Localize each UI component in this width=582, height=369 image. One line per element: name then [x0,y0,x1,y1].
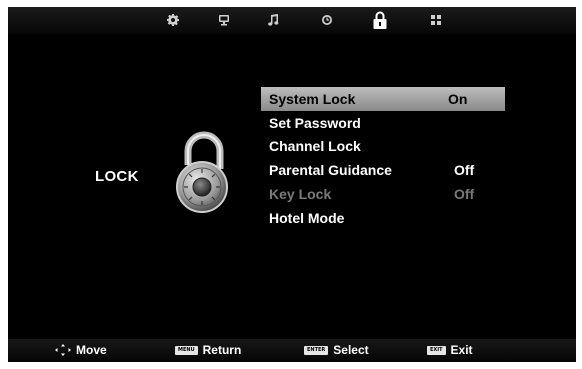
tab-setup[interactable] [421,8,451,32]
monitor-icon [219,14,229,25]
menu-item-key-lock: Key Lock Off [261,182,505,206]
hint-return: MENU Return [175,343,241,357]
menu-item-label: Parental Guidance [269,162,392,179]
clock-icon [322,15,332,25]
hint-exit-label: Exit [450,343,473,357]
menu-item-value: Off [454,162,475,179]
menu-item-label: Key Lock [269,186,332,203]
lock-settings-menu: System Lock On Set Password Channel Lock… [261,87,505,230]
menu-item-value: On [448,90,468,107]
menu-tab-bar [8,7,576,34]
menu-item-label: Channel Lock [269,138,361,155]
hint-move-label: Move [76,343,107,357]
hint-exit: EXIT Exit [427,343,473,357]
menu-item-label: System Lock [269,90,356,107]
tab-time[interactable] [312,8,342,32]
key-hint-bar: Move MENU Return ENTER Select EXIT Exit [8,339,576,362]
exit-key-icon: EXIT [427,345,446,355]
menu-item-label: Hotel Mode [269,209,345,226]
hint-return-label: Return [202,343,242,357]
grid-icon [431,15,441,25]
hint-move: Move [55,343,107,357]
menu-item-channel-lock[interactable]: Channel Lock [261,135,505,159]
menu-item-hotel-mode[interactable]: Hotel Mode [261,206,505,230]
section-title: LOCK [95,168,139,185]
menu-item-parental-guidance[interactable]: Parental Guidance Off [261,158,505,182]
menu-item-label: Set Password [269,114,361,131]
tab-picture-settings[interactable] [158,8,188,32]
lock-icon [373,11,387,29]
dpad-icon [55,344,71,356]
menu-item-value: Off [454,186,475,203]
gear-icon [167,14,179,26]
tab-screen[interactable] [209,8,239,32]
menu-item-system-lock[interactable]: System Lock On [261,87,505,111]
padlock-icon [176,131,228,213]
hint-select: ENTER Select [304,343,369,357]
tab-lock[interactable] [365,8,395,32]
menu-key-icon: MENU [175,345,198,355]
tab-sound[interactable] [258,8,288,32]
music-note-icon [267,14,278,26]
hint-select-label: Select [333,343,369,357]
menu-item-set-password[interactable]: Set Password [261,111,505,135]
tv-menu-screen: LOCK System Lock On Set Password Channel… [8,7,576,362]
enter-key-icon: ENTER [304,345,329,355]
